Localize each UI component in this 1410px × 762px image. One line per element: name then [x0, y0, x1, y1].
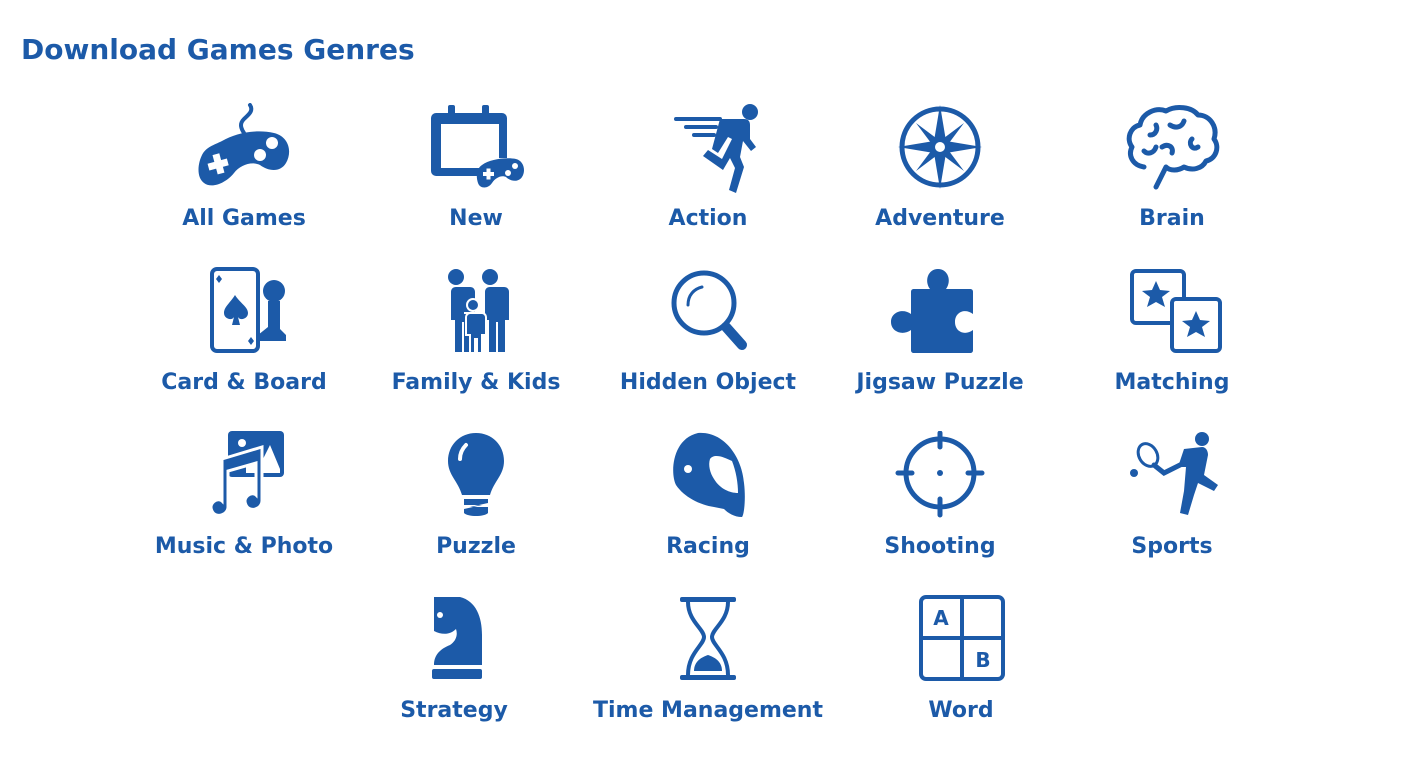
- genre-label: Music & Photo: [154, 534, 334, 559]
- genre-label: All Games: [182, 206, 306, 231]
- matching-cards-icon: [1122, 267, 1222, 359]
- genre-label: Adventure: [875, 206, 1005, 231]
- running-man-icon: [658, 103, 758, 195]
- genre-label: Jigsaw Puzzle: [856, 370, 1024, 395]
- brain-icon: [1122, 103, 1222, 195]
- svg-text:A: A: [933, 606, 949, 630]
- genre-label: Action: [668, 206, 748, 231]
- svg-text:B: B: [975, 648, 990, 672]
- genre-word[interactable]: A B Word: [845, 595, 1077, 745]
- genre-music-photo[interactable]: Music & Photo: [128, 431, 360, 581]
- genre-jigsaw-puzzle[interactable]: Jigsaw Puzzle: [824, 267, 1056, 417]
- genre-strategy[interactable]: Strategy: [338, 595, 570, 745]
- tennis-player-icon: [1122, 431, 1222, 523]
- hourglass-icon: [658, 595, 758, 687]
- genre-label: Strategy: [400, 698, 508, 723]
- genre-racing[interactable]: Racing: [592, 431, 824, 581]
- helmet-icon: [658, 431, 758, 523]
- genre-card-board[interactable]: Card & Board: [128, 267, 360, 417]
- genre-shooting[interactable]: Shooting: [824, 431, 1056, 581]
- genre-brain[interactable]: Brain: [1056, 103, 1288, 253]
- genre-label: Shooting: [884, 534, 996, 559]
- genre-label: Time Management: [593, 698, 823, 723]
- genre-time-management[interactable]: Time Management: [592, 595, 824, 745]
- compass-icon: [890, 103, 990, 195]
- genre-label: Hidden Object: [619, 370, 797, 395]
- genre-all-games[interactable]: All Games: [128, 103, 360, 253]
- genre-action[interactable]: Action: [592, 103, 824, 253]
- magnifier-icon: [658, 267, 758, 359]
- genre-label: Matching: [1114, 370, 1230, 395]
- letter-grid-icon: A B: [911, 595, 1011, 687]
- genre-adventure[interactable]: Adventure: [824, 103, 1056, 253]
- genre-label: Puzzle: [436, 534, 516, 559]
- page-title: Download Games Genres: [21, 33, 415, 66]
- genre-label: Sports: [1131, 534, 1213, 559]
- genre-hidden-object[interactable]: Hidden Object: [592, 267, 824, 417]
- family-icon: [426, 267, 526, 359]
- gamepad-icon: [194, 103, 294, 195]
- genre-label: New: [449, 206, 503, 231]
- chess-knight-icon: [404, 595, 504, 687]
- genre-label: Racing: [666, 534, 750, 559]
- puzzle-piece-icon: [890, 267, 990, 359]
- genre-label: Brain: [1139, 206, 1205, 231]
- genre-new[interactable]: New: [360, 103, 592, 253]
- genre-sports[interactable]: Sports: [1056, 431, 1288, 581]
- crosshair-icon: [890, 431, 990, 523]
- music-photo-icon: [194, 431, 294, 523]
- card-pawn-icon: [194, 267, 294, 359]
- genre-label: Family & Kids: [391, 370, 561, 395]
- genre-puzzle[interactable]: Puzzle: [360, 431, 592, 581]
- calendar-gamepad-icon: [426, 103, 526, 195]
- genre-label: Card & Board: [161, 370, 327, 395]
- genre-label: Word: [928, 698, 994, 723]
- genre-family-kids[interactable]: Family & Kids: [360, 267, 592, 417]
- genre-matching[interactable]: Matching: [1056, 267, 1288, 417]
- lightbulb-icon: [426, 431, 526, 523]
